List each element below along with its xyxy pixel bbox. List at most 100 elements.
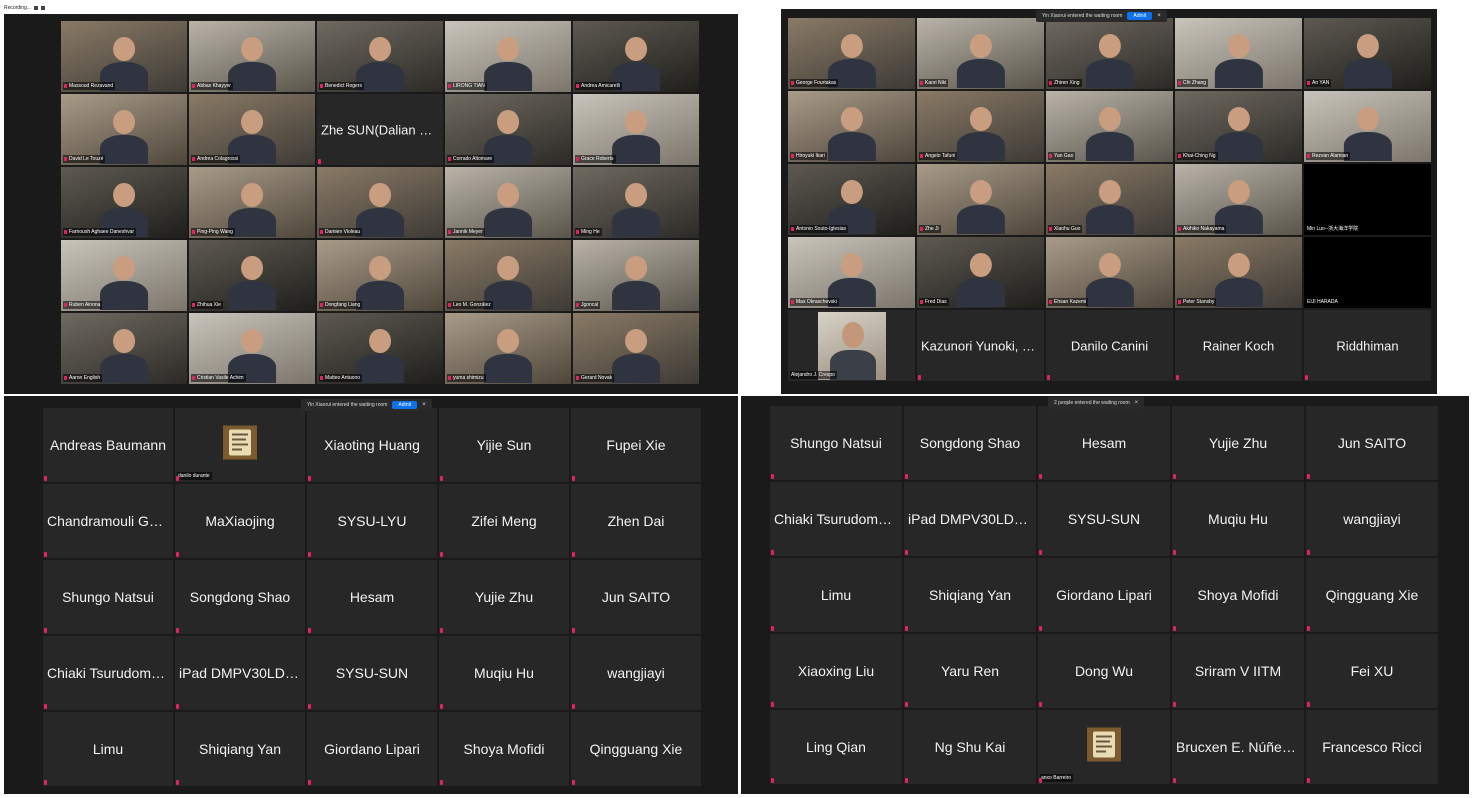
participant-tile[interactable]: Alejandro J. Crespo (788, 310, 915, 381)
participant-tile[interactable]: Xiaoting Huang (307, 408, 437, 482)
participant-tile[interactable]: Francesco Ricci (1306, 710, 1438, 784)
participant-tile[interactable]: Rezvan Alamian (1304, 91, 1431, 162)
participant-tile[interactable]: Shungo Natsui (43, 560, 173, 634)
participant-tile[interactable]: Zhihua Xie (189, 240, 315, 311)
participant-tile[interactable]: Xiaohu Guo (1046, 164, 1173, 235)
participant-tile[interactable]: Ming He (573, 167, 699, 238)
participant-tile[interactable]: Ng Shu Kai (904, 710, 1036, 784)
participant-tile[interactable]: anxo Barreiro (1038, 710, 1170, 784)
stop-recording-icon[interactable] (40, 6, 45, 10)
participant-tile[interactable]: Giordano Lipari (1038, 558, 1170, 632)
participant-tile[interactable]: Chiaki Tsurudome (... (43, 636, 173, 710)
participant-tile[interactable]: Yaru Ren (904, 634, 1036, 708)
participant-tile[interactable]: Shoya Mofidi (439, 712, 569, 786)
participant-tile[interactable]: Jun SAITO (1306, 406, 1438, 480)
participant-tile[interactable]: Zhen Dai (571, 484, 701, 558)
participant-tile[interactable]: Chandramouli Gna... (43, 484, 173, 558)
participant-tile[interactable]: Peter Stansby (1175, 237, 1302, 308)
participant-tile[interactable]: Gerard Novak (573, 313, 699, 384)
participant-tile[interactable]: LIRONG TIAN (445, 21, 571, 92)
close-icon[interactable]: × (422, 402, 426, 408)
participant-tile[interactable]: An YAN (1304, 18, 1431, 89)
participant-tile[interactable]: Max Okraschevski (788, 237, 915, 308)
participant-tile[interactable]: Grace Roberts (573, 94, 699, 165)
participant-tile[interactable]: Brucxen E. Núñez R... (1172, 710, 1304, 784)
close-icon[interactable]: × (1157, 13, 1161, 19)
participant-tile[interactable]: David Le Touzé (61, 94, 187, 165)
participant-tile[interactable]: Andrea Colagrossi (189, 94, 315, 165)
participant-tile[interactable]: Zhe SUN(Dalian Un... (317, 94, 443, 165)
participant-tile[interactable]: Shoya Mofidi (1172, 558, 1304, 632)
participant-tile[interactable]: Cristian Vasile Achim (189, 313, 315, 384)
participant-tile[interactable]: Limu (43, 712, 173, 786)
participant-tile[interactable]: Akihiko Nakayama (1175, 164, 1302, 235)
participant-tile[interactable]: Ruben Ainona (61, 240, 187, 311)
participant-tile[interactable]: Ling Qian (770, 710, 902, 784)
participant-tile[interactable]: Hesam (307, 560, 437, 634)
participant-tile[interactable]: Chiaki Tsurudome (... (770, 482, 902, 556)
participant-tile[interactable]: Xiaoxing Liu (770, 634, 902, 708)
participant-tile[interactable]: Sriram V IITM (1172, 634, 1304, 708)
participant-tile[interactable]: Shungo Natsui (770, 406, 902, 480)
participant-tile[interactable]: Yujie Zhu (1172, 406, 1304, 480)
participant-tile[interactable]: Angelo Tafuni (917, 91, 1044, 162)
participant-tile[interactable]: Jun SAITO (571, 560, 701, 634)
participant-tile[interactable]: Songdong Shao (175, 560, 305, 634)
participant-tile[interactable]: Antonio Souto-Iglesias (788, 164, 915, 235)
participant-tile[interactable]: Min Luo--浙大海洋学院 (1304, 164, 1431, 235)
pause-recording-icon[interactable] (33, 6, 38, 10)
admit-button[interactable]: Admit (1127, 12, 1153, 20)
participant-tile[interactable]: Zhiren Xing (1046, 18, 1173, 89)
participant-tile[interactable]: Kaori Niki (917, 18, 1044, 89)
participant-tile[interactable]: wangjiayi (571, 636, 701, 710)
participant-tile[interactable]: SYSU-SUN (307, 636, 437, 710)
participant-tile[interactable]: Yijie Sun (439, 408, 569, 482)
participant-tile[interactable]: iPad DMPV30LDH... (175, 636, 305, 710)
participant-tile[interactable]: Ehsan Kazemi (1046, 237, 1173, 308)
participant-tile[interactable]: SYSU-SUN (1038, 482, 1170, 556)
participant-tile[interactable]: Kazunori Yunoki, Ky... (917, 310, 1044, 381)
participant-tile[interactable]: SYSU-LYU (307, 484, 437, 558)
participant-tile[interactable]: Hiroyuki Ikari (788, 91, 915, 162)
participant-tile[interactable]: Zhe Ji (917, 164, 1044, 235)
participant-tile[interactable]: Andrea Amicarelli (573, 21, 699, 92)
participant-tile[interactable]: Shiqiang Yan (175, 712, 305, 786)
participant-tile[interactable]: George Fourtakas (788, 18, 915, 89)
participant-tile[interactable]: Muqiu Hu (439, 636, 569, 710)
participant-tile[interactable]: Chi Zhang (1175, 18, 1302, 89)
participant-tile[interactable]: Ping-Ping Wang (189, 167, 315, 238)
admit-button[interactable]: Admit (392, 401, 418, 409)
participant-tile[interactable]: Yujie Zhu (439, 560, 569, 634)
participant-tile[interactable]: Limu (770, 558, 902, 632)
participant-tile[interactable]: Corrado Altomare (445, 94, 571, 165)
participant-tile[interactable]: danilo durante (175, 408, 305, 482)
participant-tile[interactable]: Damien Violeau (317, 167, 443, 238)
participant-tile[interactable]: Rainer Koch (1175, 310, 1302, 381)
close-icon[interactable]: × (1135, 400, 1139, 406)
participant-tile[interactable]: Aaron English (61, 313, 187, 384)
participant-tile[interactable]: Dong Wu (1038, 634, 1170, 708)
participant-tile[interactable]: Riddhiman (1304, 310, 1431, 381)
participant-tile[interactable]: Qingguang Xie (571, 712, 701, 786)
participant-tile[interactable]: Farnoush Aghaee Daneshvar (61, 167, 187, 238)
participant-tile[interactable]: Songdong Shao (904, 406, 1036, 480)
participant-tile[interactable]: Fupei Xie (571, 408, 701, 482)
participant-tile[interactable]: Danilo Canini (1046, 310, 1173, 381)
participant-tile[interactable]: MaXiaojing (175, 484, 305, 558)
participant-tile[interactable]: Jannik Meyer (445, 167, 571, 238)
participant-tile[interactable]: Giordano Lipari (307, 712, 437, 786)
participant-tile[interactable]: Shiqiang Yan (904, 558, 1036, 632)
participant-tile[interactable]: Andreas Baumann (43, 408, 173, 482)
participant-tile[interactable]: Massoud Rezavand (61, 21, 187, 92)
participant-tile[interactable]: Matteo Antuono (317, 313, 443, 384)
participant-tile[interactable]: iPad DMPV30LDH... (904, 482, 1036, 556)
participant-tile[interactable]: Yan Gao (1046, 91, 1173, 162)
participant-tile[interactable]: Leo M. González (445, 240, 571, 311)
participant-tile[interactable]: Dongfang Liang (317, 240, 443, 311)
participant-tile[interactable]: Hesam (1038, 406, 1170, 480)
participant-tile[interactable]: yuma shimizu (445, 313, 571, 384)
participant-tile[interactable]: EIJI HARADA (1304, 237, 1431, 308)
participant-tile[interactable]: Fei XU (1306, 634, 1438, 708)
participant-tile[interactable]: Zifei Meng (439, 484, 569, 558)
participant-tile[interactable]: Benedict Rogers (317, 21, 443, 92)
